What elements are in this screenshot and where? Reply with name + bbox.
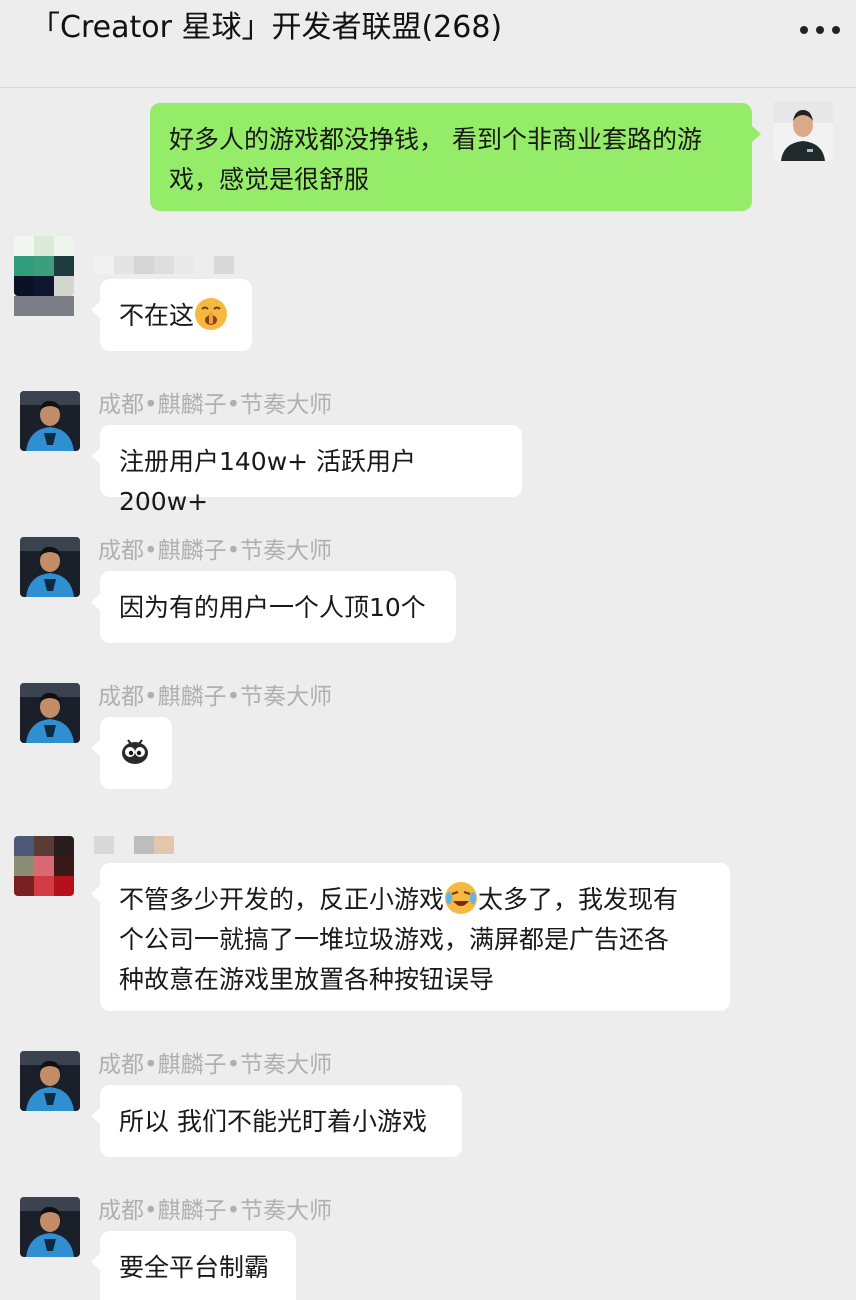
message-text: 因为有的用户一个人顶10个	[119, 593, 426, 622]
incoming-message-bubble[interactable]: 不管多少开发的，反正小游戏 太多了，我发现有 个公司一就搞了一堆垃圾游戏，满屏都是…	[91, 863, 730, 1011]
message-text: 要全平台制霸	[119, 1253, 270, 1282]
sender-name: 成都•麒麟子•节奏大师	[98, 1198, 333, 1224]
sender-name: 成都•麒麟子•节奏大师	[98, 684, 333, 710]
sender-name: 成都•麒麟子•节奏大师	[98, 1052, 333, 1078]
chat-title: 「Creator 星球」开发者联盟(268)	[30, 10, 503, 45]
incoming-message-bubble[interactable]: 不在这	[91, 279, 252, 351]
sender-avatar-strip	[14, 296, 74, 316]
blurred-sender-name	[94, 256, 254, 274]
sender-avatar[interactable]	[20, 1197, 80, 1257]
more-dots-icon[interactable]	[800, 20, 840, 40]
shush-face-icon	[194, 297, 228, 331]
message-text: 所以 我们不能光盯着小游戏	[119, 1107, 427, 1136]
crying-laughing-icon	[444, 881, 478, 915]
bug-eyes-icon	[119, 734, 151, 766]
blurred-sender-name	[94, 836, 174, 854]
sender-avatar[interactable]	[20, 537, 80, 597]
message-text: 不在这	[119, 301, 195, 330]
sender-name: 成都•麒麟子•节奏大师	[98, 392, 333, 418]
message-text: 注册用户140w+ 活跃用户200w+	[119, 447, 417, 516]
incoming-message-bubble[interactable]: 注册用户140w+ 活跃用户200w+	[91, 425, 522, 516]
message-text-line: 戏，感觉是很舒服	[169, 165, 370, 194]
incoming-message-bubble[interactable]: 因为有的用户一个人顶10个	[91, 571, 456, 643]
outgoing-message-bubble[interactable]: 好多人的游戏都没挣钱， 看到个非商业套路的游 戏，感觉是很舒服	[150, 103, 761, 211]
sender-avatar[interactable]	[20, 391, 80, 451]
sender-avatar[interactable]	[14, 836, 74, 896]
incoming-message-bubble[interactable]: 要全平台制霸	[91, 1231, 296, 1300]
message-text-line: 不管多少开发的，反正小游戏 太多了，我发现有	[119, 880, 710, 920]
message-text-line: 种故意在游戏里放置各种按钮误导	[119, 965, 495, 994]
incoming-message-bubble[interactable]: 所以 我们不能光盯着小游戏	[91, 1085, 462, 1157]
sender-name: 成都•麒麟子•节奏大师	[98, 538, 333, 564]
sender-avatar[interactable]	[20, 1051, 80, 1111]
sender-avatar[interactable]	[14, 236, 74, 296]
message-text-line: 个公司一就搞了一堆垃圾游戏，满屏都是广告还各	[119, 925, 670, 954]
message-text-line: 好多人的游戏都没挣钱， 看到个非商业套路的游	[169, 125, 702, 154]
incoming-message-bubble[interactable]	[91, 717, 172, 789]
my-avatar[interactable]	[773, 101, 833, 161]
sender-avatar[interactable]	[20, 683, 80, 743]
chat-header: 「Creator 星球」开发者联盟(268)	[0, 0, 856, 88]
